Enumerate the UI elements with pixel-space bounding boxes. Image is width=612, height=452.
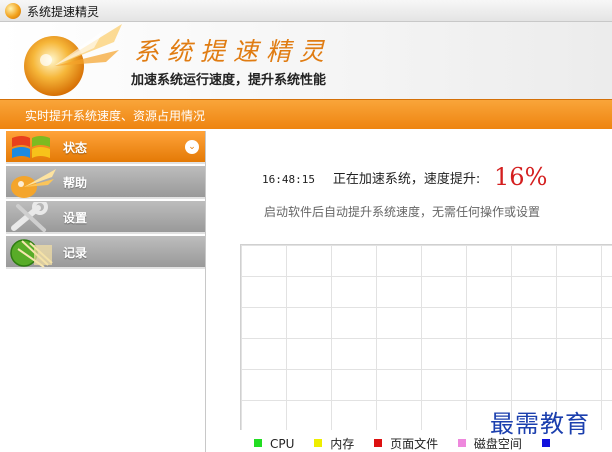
status-time: 16:48:15 <box>262 173 315 186</box>
window-title: 系统提速精灵 <box>27 5 100 19</box>
info-bar: 实时提升系统速度、资源占用情况 <box>0 99 612 129</box>
legend-label: 内存 <box>330 437 355 451</box>
legend-swatch <box>541 439 550 447</box>
status-line: 16:48:15 正在加速系统，速度提升: 16% <box>262 163 547 191</box>
legend-swatch <box>374 439 383 447</box>
legend-swatch <box>254 439 262 447</box>
legend-item-memory: 内存 <box>314 435 354 452</box>
legend-item-extra <box>541 437 558 451</box>
watermark: 最需教育 <box>490 410 590 438</box>
sidebar-item-help[interactable]: 帮助 <box>6 166 205 199</box>
record-globe-icon <box>10 239 53 268</box>
banner-title: 系统提速精灵 <box>134 37 333 66</box>
legend-item-cpu: CPU <box>254 437 294 451</box>
sidebar-item-label: 记录 <box>63 246 88 260</box>
speed-sparkle-logo-icon <box>24 24 122 96</box>
sidebar-item-records[interactable]: 记录 <box>6 236 205 269</box>
app-banner: 系统提速精灵 加速系统运行速度，提升系统性能 <box>0 22 612 99</box>
resource-usage-graph <box>240 244 612 430</box>
sidebar-item-label: 设置 <box>63 211 88 225</box>
app-logo-icon <box>5 3 21 19</box>
sidebar-item-label: 帮助 <box>63 176 88 190</box>
banner-subtitle: 加速系统运行速度，提升系统性能 <box>131 73 327 88</box>
sidebar-item-label: 状态 <box>63 141 88 155</box>
speed-sparkle-icon <box>11 169 56 198</box>
chevron-down-icon[interactable]: ⌄ <box>185 140 199 154</box>
info-bar-text: 实时提升系统速度、资源占用情况 <box>25 109 206 123</box>
wrench-icon <box>11 202 48 232</box>
legend-item-pagefile: 页面文件 <box>374 435 438 452</box>
legend-label: 磁盘空间 <box>473 437 522 451</box>
legend-label: 页面文件 <box>390 437 439 451</box>
speed-percent: 16% <box>494 163 548 191</box>
sidebar-item-settings[interactable]: 设置 <box>6 201 205 234</box>
windows-flag-icon <box>12 136 50 158</box>
window-titlebar[interactable]: 系统提速精灵 <box>0 0 612 22</box>
sidebar-item-status[interactable]: 状态 ⌄ <box>6 131 205 164</box>
status-hint: 启动软件后自动提升系统速度，无需任何操作或设置 <box>264 205 541 219</box>
status-text: 正在加速系统，速度提升: <box>332 172 481 187</box>
legend-label: CPU <box>270 437 295 451</box>
sidebar: 状态 ⌄ 帮助 设置 记录 <box>6 131 206 452</box>
legend-swatch <box>457 439 466 447</box>
legend-swatch <box>314 439 323 447</box>
